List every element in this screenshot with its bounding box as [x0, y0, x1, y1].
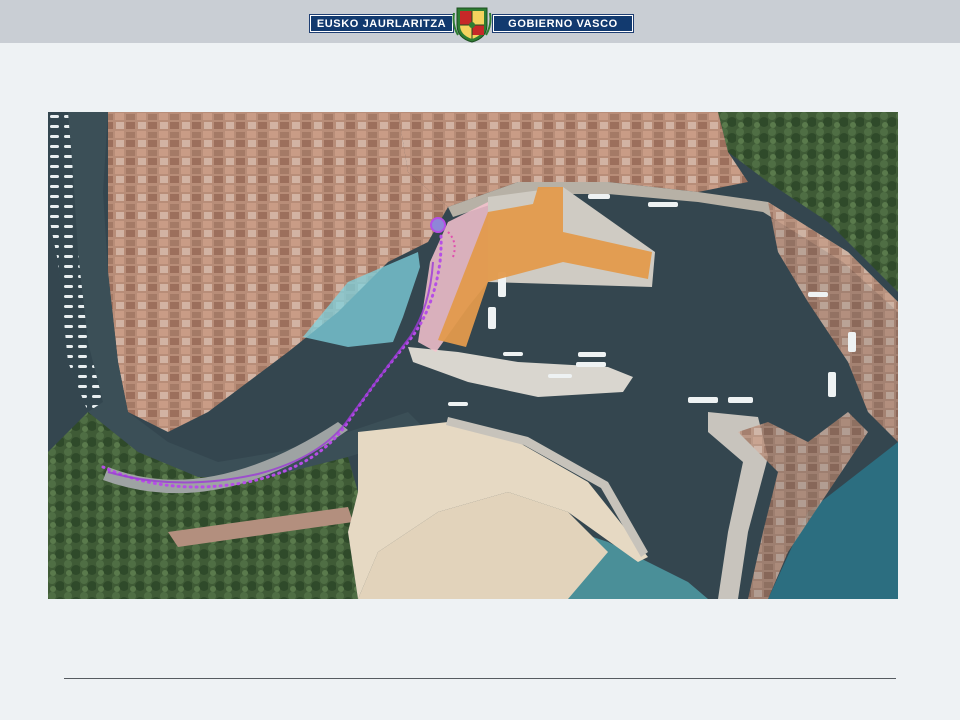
route-turnaround-marker: [430, 217, 446, 233]
header-bar: EUSKO JAURLARITZA GOBIERNO VASCO: [0, 0, 960, 43]
harbour-aerial-map: [48, 112, 898, 599]
footer-divider: [64, 678, 896, 679]
gobierno-vasco-logo: GOBIERNO VASCO: [492, 14, 634, 33]
eusko-jaurlaritza-logo: EUSKO JAURLARITZA: [309, 14, 454, 33]
logo-right-label: GOBIERNO VASCO: [494, 16, 632, 31]
coat-of-arms-icon: [452, 7, 492, 43]
logo-left-label: EUSKO JAURLARITZA: [311, 16, 452, 31]
